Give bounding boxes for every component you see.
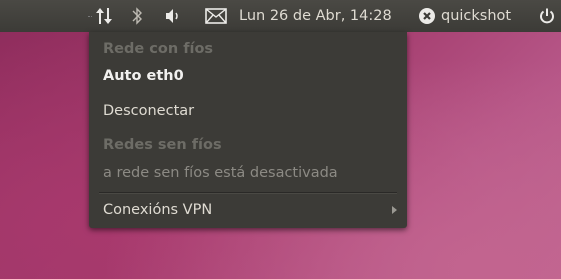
- wireless-disabled-notice: a rede sen fíos está desactivada: [103, 165, 338, 181]
- volume-icon[interactable]: [164, 0, 182, 32]
- network-menu: Rede con fíos Auto eth0 Desconectar Rede…: [89, 32, 407, 228]
- menu-separator: [99, 192, 397, 194]
- close-circle-icon[interactable]: [418, 0, 436, 32]
- top-panel: Lun 26 de Abr, 14:28 quickshot: [0, 0, 561, 32]
- menu-item-disconnect[interactable]: Desconectar: [89, 99, 407, 123]
- wireless-networks-header: Redes sen fíos: [103, 137, 222, 153]
- menu-item-auto-eth0[interactable]: Auto eth0: [89, 64, 407, 88]
- bluetooth-icon[interactable]: [130, 0, 146, 32]
- menu-item-vpn-connections[interactable]: Conexións VPN: [89, 198, 407, 222]
- mail-icon[interactable]: [205, 0, 227, 32]
- user-menu-label[interactable]: quickshot: [441, 0, 511, 32]
- clock[interactable]: Lun 26 de Abr, 14:28: [239, 0, 392, 32]
- wired-networks-header: Rede con fíos: [103, 41, 214, 57]
- power-icon[interactable]: [538, 0, 556, 32]
- submenu-arrow-icon: [392, 206, 397, 214]
- network-icon[interactable]: [94, 0, 116, 32]
